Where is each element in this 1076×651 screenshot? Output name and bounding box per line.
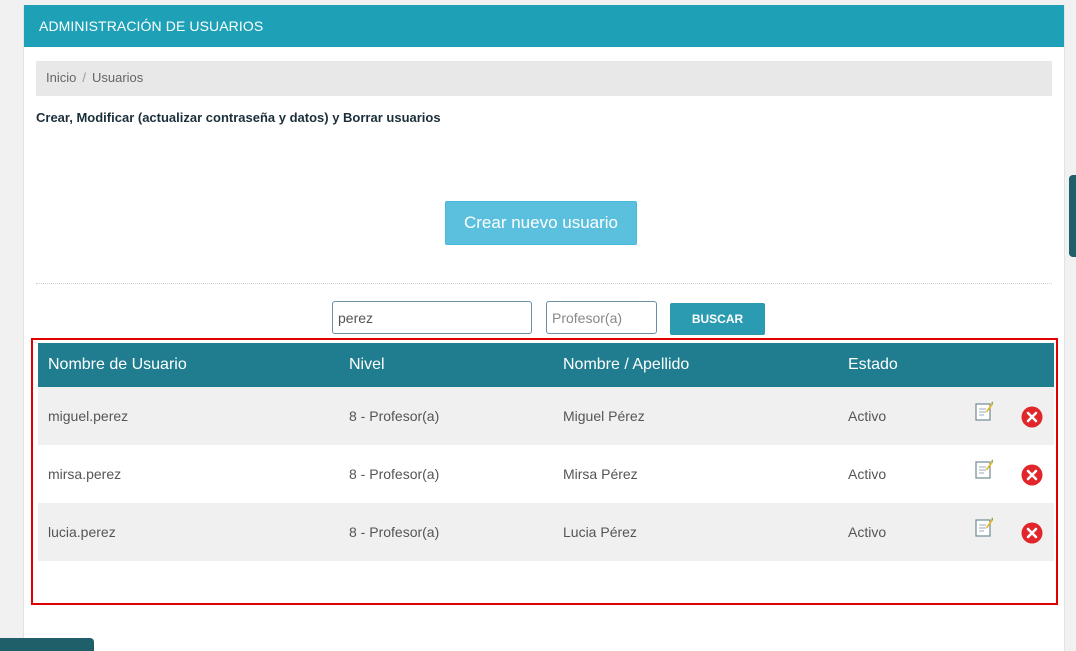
side-tab[interactable]	[1069, 175, 1076, 257]
cell-status: Activo	[848, 466, 887, 482]
cell-name: Mirsa Pérez	[563, 466, 638, 482]
cell-name: Lucia Pérez	[563, 524, 637, 540]
col-header-username: Nombre de Usuario	[48, 356, 187, 373]
col-header-name: Nombre / Apellido	[563, 356, 690, 373]
breadcrumb-home[interactable]: Inicio	[46, 70, 76, 85]
breadcrumb: Inicio / Usuarios	[36, 61, 1052, 96]
divider	[36, 283, 1052, 284]
cell-level: 8 - Profesor(a)	[349, 466, 440, 482]
breadcrumb-current: Usuarios	[91, 70, 144, 85]
search-input[interactable]	[332, 301, 532, 334]
col-header-status: Estado	[848, 356, 898, 373]
table-row: miguel.perez 8 - Profesor(a) Miguel Pére…	[38, 387, 1054, 445]
search-button[interactable]: BUSCAR	[670, 303, 765, 335]
page-description: Crear, Modificar (actualizar contraseña …	[36, 110, 441, 125]
cell-username: miguel.perez	[48, 408, 129, 424]
table-header-row: Nombre de Usuario Nivel Nombre / Apellid…	[38, 343, 1054, 387]
cell-status: Activo	[848, 524, 887, 540]
cell-actions	[965, 503, 1054, 561]
cell-level: 8 - Profesor(a)	[349, 524, 440, 540]
edit-note-icon[interactable]	[975, 401, 993, 421]
edit-note-icon[interactable]	[975, 517, 993, 537]
cell-name: Miguel Pérez	[563, 408, 645, 424]
highlighted-results-region: Nombre de Usuario Nivel Nombre / Apellid…	[31, 338, 1058, 605]
cell-status: Activo	[848, 408, 887, 424]
edit-note-icon[interactable]	[975, 459, 993, 479]
cell-actions	[965, 445, 1054, 503]
create-user-button[interactable]: Crear nuevo usuario	[445, 201, 637, 245]
cell-username: mirsa.perez	[48, 466, 122, 482]
cell-username: lucia.perez	[48, 524, 116, 540]
delete-x-icon[interactable]	[1021, 464, 1043, 486]
users-table: Nombre de Usuario Nivel Nombre / Apellid…	[38, 343, 1054, 561]
cell-level: 8 - Profesor(a)	[349, 408, 440, 424]
breadcrumb-separator: /	[82, 70, 86, 85]
table-row: mirsa.perez 8 - Profesor(a) Mirsa Pérez …	[38, 445, 1054, 503]
col-header-level: Nivel	[349, 356, 385, 373]
level-filter-input[interactable]	[546, 301, 657, 334]
bottom-tab[interactable]	[0, 638, 94, 651]
users-panel: ADMINISTRACIÓN DE USUARIOS Inicio / Usuari…	[23, 5, 1065, 651]
col-header-actions	[965, 343, 1054, 387]
delete-x-icon[interactable]	[1021, 522, 1043, 544]
delete-x-icon[interactable]	[1021, 406, 1043, 428]
table-row: lucia.perez 8 - Profesor(a) Lucia Pérez …	[38, 503, 1054, 561]
cell-actions	[965, 387, 1054, 445]
panel-title: ADMINISTRACIÓN DE USUARIOS	[24, 5, 1064, 47]
